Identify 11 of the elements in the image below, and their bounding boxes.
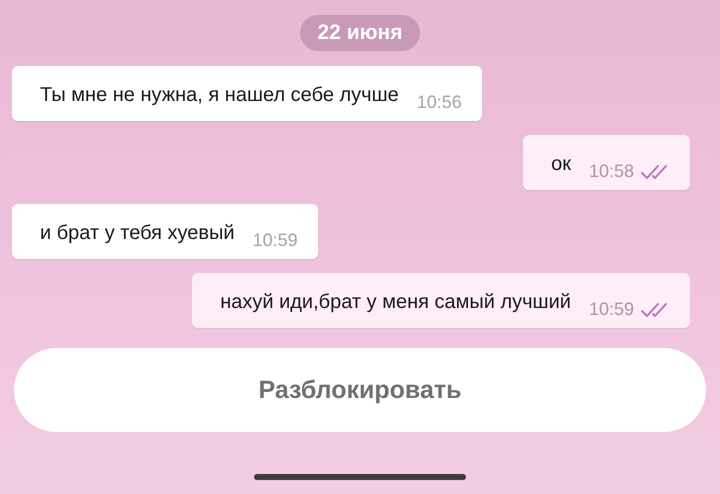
date-label: 22 июня	[300, 15, 420, 51]
message-text: ок	[551, 152, 571, 176]
message-time: 10:59	[252, 230, 298, 251]
message-text: нахуй иди,брат у меня самый лучший	[220, 290, 571, 314]
message-time: 10:56	[416, 92, 462, 113]
home-indicator[interactable]	[254, 474, 466, 480]
message-text: Ты мне не нужна, я нашел себе лучше	[40, 83, 399, 107]
unblock-button[interactable]: Разблокировать	[14, 348, 706, 432]
message-time: 10:58	[588, 161, 634, 182]
message-text: и брат у тебя хуевый	[40, 221, 235, 245]
message-time: 10:59	[588, 299, 634, 320]
